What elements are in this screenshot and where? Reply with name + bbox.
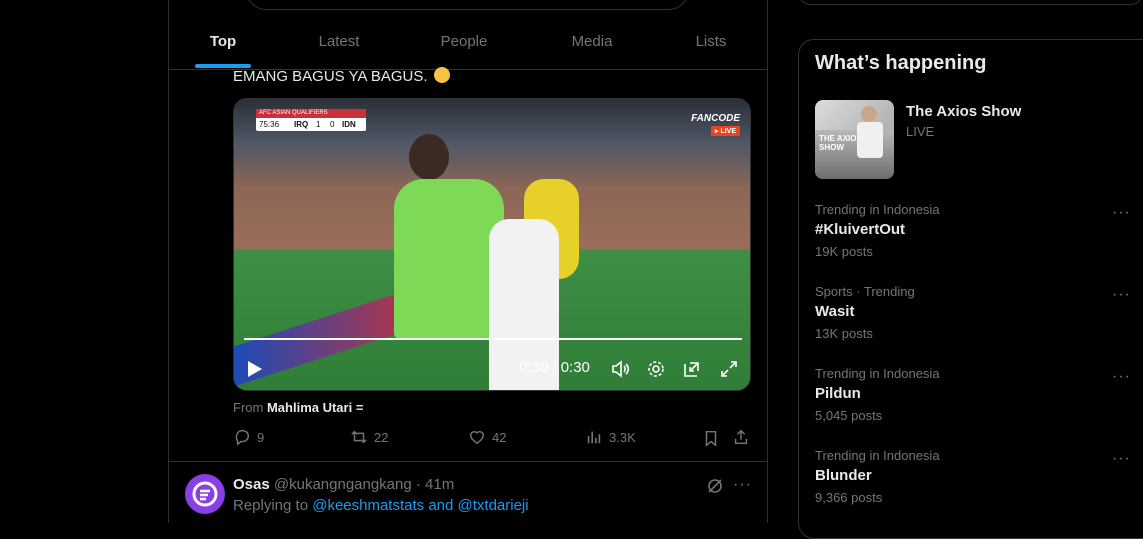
from-prefix: From — [233, 400, 264, 415]
avatar-logo-icon — [192, 481, 218, 507]
trend-more-icon[interactable]: ··· — [1112, 204, 1131, 222]
settings-gear-icon[interactable] — [646, 359, 666, 379]
trend-count: 19K posts — [815, 244, 873, 259]
featured-title[interactable]: The Axios Show — [906, 103, 1021, 120]
trend-item[interactable]: Trending in Indonesia Pildun 5,045 posts — [815, 366, 940, 423]
tab-media[interactable]: Media — [542, 20, 642, 69]
tab-latest[interactable]: Latest — [289, 20, 389, 69]
heart-icon — [469, 431, 485, 445]
video-frame-player-head — [409, 134, 449, 180]
tab-lists[interactable]: Lists — [661, 20, 761, 69]
reply-more-icon[interactable]: ··· — [733, 476, 752, 494]
search-tabs: Top Latest People Media Lists — [169, 20, 767, 70]
repost-button[interactable]: 22 — [350, 428, 388, 446]
trend-count: 13K posts — [815, 326, 873, 341]
trend-name: Pildun — [815, 385, 861, 402]
trend-count: 9,366 posts — [815, 490, 883, 505]
reply-author-line: Osas @kukangngangkang · 41m — [233, 476, 454, 493]
like-count: 42 — [492, 429, 507, 445]
broadcaster-logo: FANCODE ▸ LIVE — [691, 113, 740, 136]
tweet-text: EMANG BAGUS YA BAGUS. — [233, 67, 450, 85]
reply-count: 9 — [257, 429, 265, 445]
volume-icon[interactable] — [610, 359, 630, 379]
trend-meta: Trending in Indonesia — [815, 448, 940, 463]
scorebug-home-team: IRQ — [294, 120, 309, 129]
reply-button[interactable]: 9 — [233, 428, 264, 446]
scorebug-home-score: 1 — [316, 120, 321, 129]
trend-item[interactable]: Trending in Indonesia #KluivertOut 19K p… — [815, 202, 940, 259]
grok-icon[interactable] — [705, 476, 725, 496]
replying-prefix: Replying to — [233, 497, 309, 514]
tab-people[interactable]: People — [414, 20, 514, 69]
like-button[interactable]: 42 — [468, 428, 506, 446]
whats-happening-title: What’s happening — [815, 52, 987, 74]
bookmark-icon[interactable] — [702, 429, 720, 447]
share-icon[interactable] — [732, 428, 750, 446]
trend-meta: Trending in Indonesia — [815, 202, 940, 217]
search-bar[interactable] — [246, 0, 689, 10]
video-progress-bar[interactable] — [244, 338, 742, 340]
featured-thumbnail[interactable]: THE AXIOS SHOW — [815, 100, 894, 179]
scorebug-away-score: 0 — [330, 120, 335, 129]
trend-more-icon[interactable]: ··· — [1112, 368, 1131, 386]
video-player[interactable]: AFC ASIAN QUALIFIERS 75:36 IRQ 1 0 IDN F… — [233, 98, 751, 391]
scorebug-header: AFC ASIAN QUALIFIERS — [256, 109, 366, 118]
broadcaster-name: FANCODE — [691, 113, 740, 124]
tweet-action-bar: 9 22 42 3.3K — [233, 428, 753, 450]
views-button[interactable]: 3.3K — [585, 428, 636, 446]
trend-more-icon[interactable]: ··· — [1112, 286, 1131, 304]
trend-item[interactable]: Trending in Indonesia Blunder 9,366 post… — [815, 448, 940, 505]
tweet-text-content: EMANG BAGUS YA BAGUS. — [233, 68, 428, 85]
featured-status: LIVE — [906, 124, 935, 139]
repost-count: 22 — [374, 429, 389, 445]
tab-top[interactable]: Top — [169, 20, 277, 69]
trend-count: 5,045 posts — [815, 408, 883, 423]
play-icon[interactable] — [248, 361, 262, 377]
trend-name: #KluivertOut — [815, 221, 906, 238]
sidebar-top-module — [798, 0, 1143, 5]
reply-author-handle-time[interactable]: @kukangngangkang · 41m — [274, 476, 454, 493]
reply-bubble-icon — [235, 429, 249, 446]
scorebug-clock: 75:36 — [259, 120, 280, 129]
video-frame-player-bib — [394, 179, 504, 339]
repost-icon — [351, 430, 367, 444]
tweet-divider — [169, 461, 767, 462]
scorebug: AFC ASIAN QUALIFIERS 75:36 IRQ 1 0 IDN — [256, 109, 366, 131]
crying-face-emoji-icon — [433, 67, 450, 83]
trend-name: Wasit — [815, 303, 855, 320]
views-bar-chart-icon — [587, 431, 601, 444]
trend-name: Blunder — [815, 467, 872, 484]
picture-in-picture-icon[interactable] — [682, 359, 702, 379]
replying-to-links[interactable]: @keeshmatstats and @txtdarieji — [312, 497, 528, 514]
trend-item[interactable]: Sports · Trending Wasit 13K posts — [815, 284, 915, 341]
broadcaster-live-badge: ▸ LIVE — [710, 126, 740, 136]
replying-to-line: Replying to @keeshmatstats and @txtdarie… — [233, 497, 529, 514]
trend-meta: Trending in Indonesia — [815, 366, 940, 381]
from-user-link[interactable]: Mahlima Utari = — [267, 400, 363, 415]
video-source-attribution: From Mahlima Utari = — [233, 400, 363, 415]
avatar[interactable] — [185, 474, 225, 514]
video-time: 0:30 / 0:30 — [519, 359, 590, 376]
trend-more-icon[interactable]: ··· — [1112, 450, 1131, 468]
scorebug-away-team: IDN — [342, 120, 356, 129]
views-count: 3.3K — [609, 429, 636, 445]
trend-meta: Sports · Trending — [815, 284, 915, 299]
fullscreen-icon[interactable] — [719, 359, 739, 379]
reply-author-name[interactable]: Osas — [233, 476, 270, 493]
